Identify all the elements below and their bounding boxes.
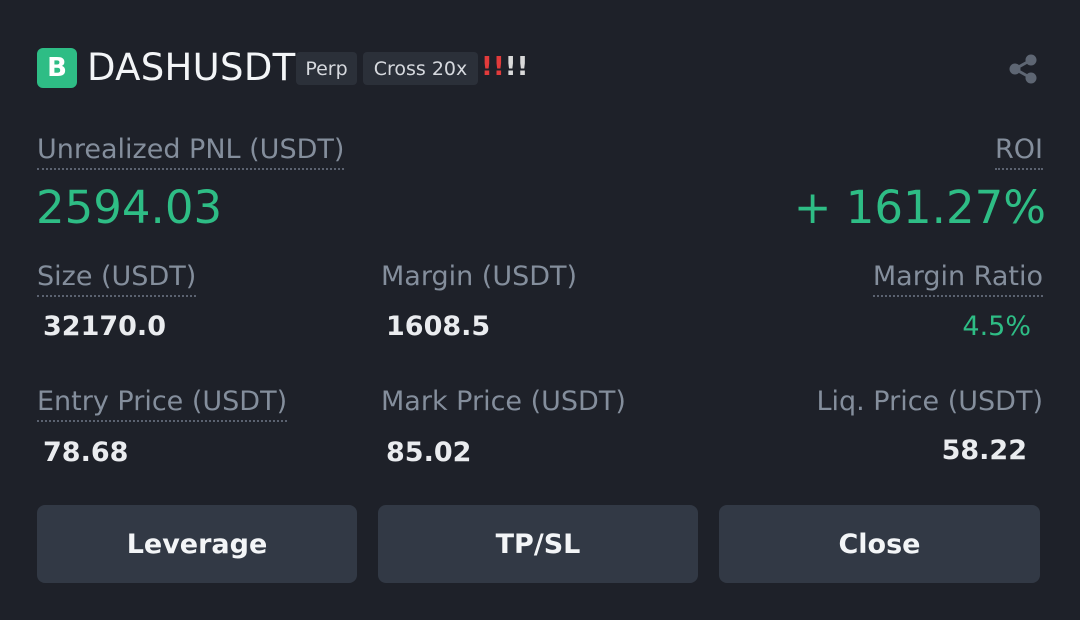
unrealized-pnl-label[interactable]: Unrealized PNL (USDT) xyxy=(37,133,345,170)
warning-white-marks: !! xyxy=(504,52,529,82)
roi-label[interactable]: ROI xyxy=(995,133,1043,170)
coin-badge: B xyxy=(37,48,77,88)
contract-type-tag: Perp xyxy=(296,52,357,85)
margin-mode-tag[interactable]: Cross 20x xyxy=(363,52,478,85)
liq-price-label: Liq. Price (USDT) xyxy=(816,386,1043,417)
roi-value: + 161.27% xyxy=(793,181,1046,234)
share-icon[interactable] xyxy=(1006,52,1040,86)
warning-icon: !!!! xyxy=(481,50,528,84)
margin-ratio-label[interactable]: Margin Ratio xyxy=(872,260,1043,297)
unrealized-pnl-value: 2594.03 xyxy=(36,181,223,234)
liq-price-value: 58.22 xyxy=(941,435,1027,466)
leverage-button[interactable]: Leverage xyxy=(37,505,357,583)
size-value: 32170.0 xyxy=(43,311,166,342)
warning-red-marks: !! xyxy=(481,52,505,82)
entry-price-label[interactable]: Entry Price (USDT) xyxy=(37,385,288,422)
tpsl-button[interactable]: TP/SL xyxy=(378,505,698,583)
mark-price-label: Mark Price (USDT) xyxy=(381,386,626,417)
margin-ratio-value: 4.5% xyxy=(962,311,1031,342)
margin-value: 1608.5 xyxy=(386,311,491,342)
margin-label: Margin (USDT) xyxy=(381,261,578,292)
size-label[interactable]: Size (USDT) xyxy=(37,260,197,297)
entry-price-value: 78.68 xyxy=(43,437,129,468)
close-position-button[interactable]: Close xyxy=(719,505,1040,583)
mark-price-value: 85.02 xyxy=(386,437,472,468)
symbol-title[interactable]: DASHUSDT xyxy=(87,44,296,92)
share-icon-graphic xyxy=(1009,54,1037,84)
